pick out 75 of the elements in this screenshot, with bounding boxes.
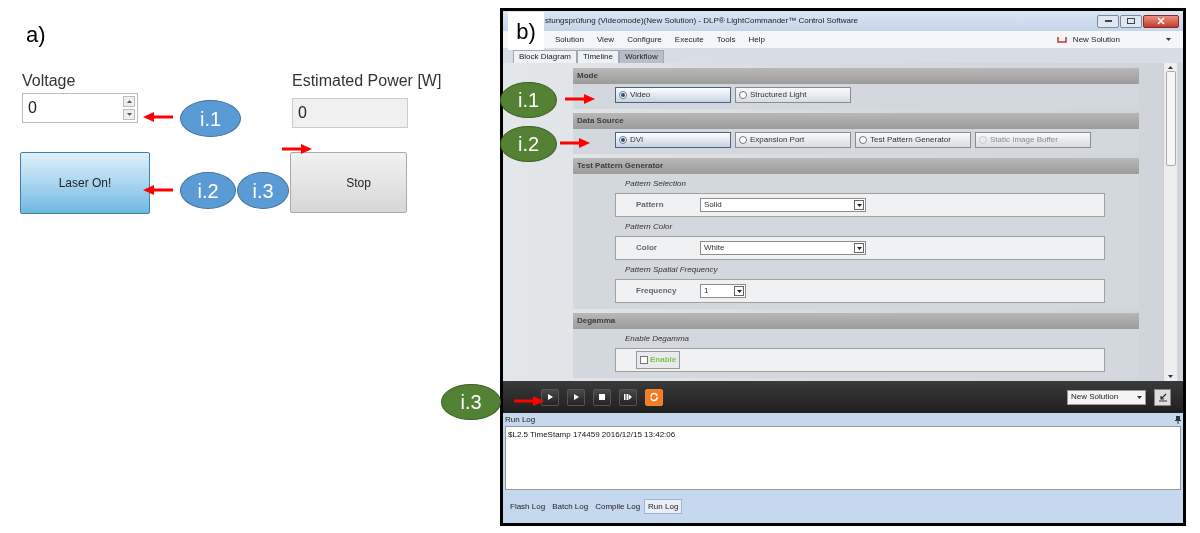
radio-option[interactable]: Video bbox=[615, 87, 731, 103]
panel-label: b) bbox=[508, 12, 544, 50]
play-icon[interactable] bbox=[567, 388, 585, 406]
dropdown-field[interactable]: Solid bbox=[700, 198, 866, 212]
stop-button[interactable]: Stop bbox=[290, 152, 407, 213]
log-tab[interactable]: Batch Log bbox=[549, 499, 592, 514]
pointer-arrow bbox=[560, 138, 590, 148]
section-header: Test Pattern Generator bbox=[573, 158, 1139, 174]
callout-label: i.1 bbox=[180, 100, 241, 137]
pin-icon[interactable] bbox=[1175, 415, 1181, 424]
readonly-field: 0 bbox=[292, 98, 408, 128]
export-icon[interactable] bbox=[1154, 388, 1171, 406]
dropdown-arrow-icon bbox=[854, 243, 864, 253]
minimize-icon[interactable] bbox=[1097, 14, 1119, 28]
callout-label: i.3 bbox=[237, 172, 289, 209]
callout-label: i.2 bbox=[180, 172, 236, 209]
dropdown-field[interactable]: 1 bbox=[700, 284, 746, 298]
menu-item[interactable]: Help bbox=[748, 33, 765, 46]
solution-dropdown[interactable]: New Solution bbox=[1067, 389, 1146, 405]
spinner-arrows-icon bbox=[123, 96, 135, 120]
caret-icon bbox=[1166, 38, 1171, 41]
field-label: Voltage bbox=[22, 71, 77, 91]
group-title: Pattern Spatial Frequency bbox=[625, 264, 719, 276]
refresh-icon[interactable] bbox=[645, 388, 663, 406]
view-tab[interactable]: Timeline bbox=[577, 50, 619, 63]
pointer-arrow bbox=[143, 112, 173, 122]
number-spinner-field[interactable]: 0 bbox=[22, 93, 138, 123]
field-label: Color bbox=[636, 242, 658, 254]
dropdown-arrow-icon bbox=[734, 286, 744, 296]
menu-item[interactable]: Execute bbox=[674, 33, 704, 46]
dropdown-arrow-icon bbox=[854, 200, 864, 210]
log-tab[interactable]: Flash Log bbox=[507, 499, 549, 514]
section-header: Degamma bbox=[573, 313, 1139, 329]
pointer-arrow bbox=[514, 396, 544, 406]
group-title: Pattern Selection bbox=[625, 178, 687, 190]
laser-button[interactable]: Laser On! bbox=[20, 152, 150, 214]
field-label: Pattern bbox=[636, 199, 665, 211]
window-title: stungsprüfung (Videomode)(New Solution) - DLP® LightCommander™ Control Software bbox=[545, 15, 858, 27]
view-tab[interactable]: Block Diagram bbox=[513, 50, 577, 63]
group-title: Enable Degamma bbox=[625, 333, 691, 345]
field-label: Estimated Power [W] bbox=[292, 71, 442, 91]
stop-icon[interactable] bbox=[593, 388, 611, 406]
callout-label: i.3 bbox=[441, 384, 501, 420]
step-forward-icon[interactable] bbox=[619, 388, 637, 406]
caret-icon bbox=[1137, 395, 1142, 399]
pointer-arrow bbox=[565, 94, 595, 104]
pointer-arrow bbox=[282, 144, 312, 154]
play-icon[interactable] bbox=[541, 388, 559, 406]
radio-option[interactable]: DVI bbox=[615, 132, 731, 148]
maximize-icon[interactable] bbox=[1120, 14, 1142, 28]
radio-option[interactable]: Expansion Port bbox=[735, 132, 851, 148]
log-tab[interactable]: Compile Log bbox=[592, 499, 644, 514]
log-tab[interactable]: Run Log bbox=[644, 499, 683, 514]
radio-option[interactable]: Test Pattern Generator bbox=[855, 132, 971, 148]
view-tab[interactable]: Workflow bbox=[618, 50, 664, 63]
group-title: Pattern Color bbox=[625, 221, 674, 233]
panel-label: a) bbox=[26, 21, 47, 49]
menu-item[interactable]: Configure bbox=[627, 33, 662, 46]
menu-item[interactable]: Solution bbox=[555, 33, 584, 46]
panel-title: Run Log bbox=[505, 413, 536, 426]
scroll-down-icon bbox=[1168, 375, 1173, 378]
log-line: $L2.5 TimeStamp 174459 2016/12/15 13:42:06 bbox=[508, 430, 677, 439]
field-label: Frequency bbox=[636, 285, 678, 297]
radio-option[interactable]: Structured Light bbox=[735, 87, 851, 103]
scrollbar-thumb[interactable] bbox=[1165, 71, 1176, 166]
section-header: Data Source bbox=[573, 113, 1139, 129]
section-header: Mode bbox=[573, 68, 1139, 84]
pointer-arrow bbox=[143, 185, 173, 195]
solution-menu[interactable]: New Solution bbox=[1072, 33, 1120, 46]
dropdown-field[interactable]: White bbox=[700, 241, 866, 255]
menu-item[interactable]: View bbox=[596, 33, 615, 46]
menu-item[interactable]: Tools bbox=[716, 33, 736, 46]
solution-icon bbox=[1056, 35, 1067, 44]
close-icon[interactable] bbox=[1143, 14, 1179, 28]
scroll-up-icon bbox=[1168, 66, 1173, 69]
